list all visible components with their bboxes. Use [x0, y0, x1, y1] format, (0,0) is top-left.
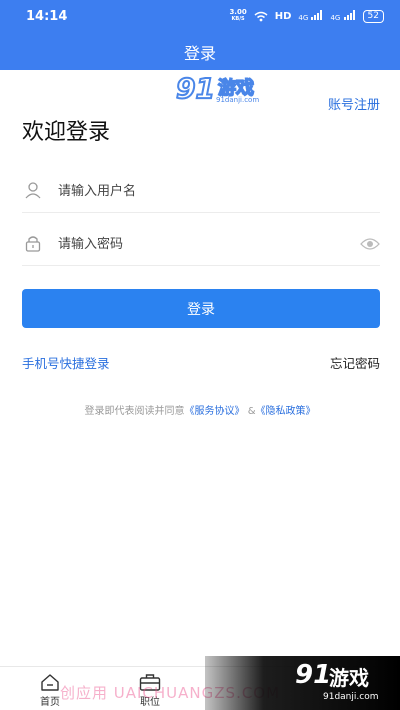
privacy-policy-link[interactable]: 《隐私政策》 — [256, 406, 316, 417]
user-icon — [25, 182, 41, 199]
signal-icon-2: 4G — [330, 9, 355, 23]
watermark-logo-top: 91 游戏 91danji.com — [175, 71, 260, 106]
eye-icon[interactable] — [360, 237, 380, 251]
status-icons: 3.00 KB/S HD 4G 4G 52 — [229, 9, 384, 23]
password-field — [22, 224, 380, 266]
username-field — [22, 171, 380, 213]
welcome-heading: 欢迎登录 — [22, 120, 111, 145]
login-button[interactable]: 登录 — [22, 289, 380, 328]
username-input[interactable] — [58, 171, 348, 211]
net-speed: 3.00 KB/S — [229, 8, 247, 23]
phone-quick-login-link[interactable]: 手机号快捷登录 — [22, 353, 110, 372]
forgot-password-link[interactable]: 忘记密码 — [330, 353, 380, 372]
page-title: 登录 — [183, 44, 216, 63]
wifi-icon — [254, 11, 268, 21]
hd-label: HD — [274, 10, 292, 22]
password-input[interactable] — [58, 224, 348, 264]
agreement-text: 登录即代表阅读并同意《服务协议》 &《隐私政策》 — [84, 406, 316, 417]
lock-icon — [25, 236, 41, 252]
status-bar: 14:14 3.00 KB/S HD 4G 4G 52 — [0, 0, 400, 34]
nav-bar: 登录 — [0, 34, 400, 70]
signal-icon-1: 4G — [298, 9, 323, 23]
home-icon — [41, 674, 59, 691]
status-time: 14:14 — [26, 9, 68, 24]
register-link[interactable]: 账号注册 — [328, 94, 380, 113]
service-agreement-link[interactable]: 《服务协议》 — [185, 406, 245, 417]
watermark-logo-bottom: 91 游戏 91danji.com — [205, 656, 400, 710]
battery-indicator: 52 — [362, 9, 384, 23]
